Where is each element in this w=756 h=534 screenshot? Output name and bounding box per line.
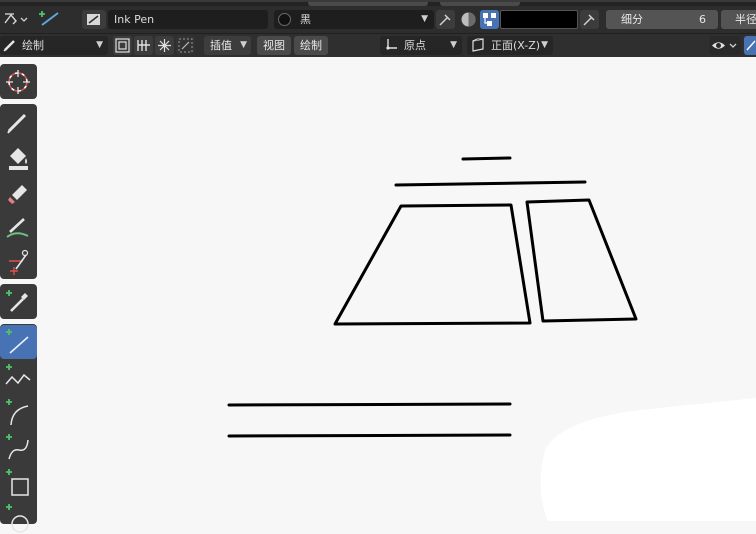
multiframe-icon[interactable] [113,36,132,55]
plane-label: 正面(X-Z) [491,39,541,52]
chevron-down-icon: ▼ [450,40,457,50]
color-mode-sphere-icon[interactable] [459,10,478,29]
stroke-right-trapezoid [525,198,638,323]
arc-tool[interactable] [0,395,37,429]
tool-settings-bar: Ink Pen 黑 ▼ 细分 6 半径 [0,0,756,33]
box-tool[interactable] [0,465,37,499]
erase-tool-icon [8,185,27,204]
stroke-placement-selector[interactable]: 原点 ▼ [380,36,462,55]
tint-tool[interactable] [0,210,37,244]
arc-tool-icon [6,399,29,426]
stroke-line-upper [227,402,512,407]
viewport-header: 绘制 ▼ 插值 ▼ 视图 绘制 原点 ▼ 正面(X-Z) ▼ [0,33,756,57]
radius-label: 半径 [735,13,756,26]
draw-tool[interactable] [0,105,37,139]
brush-name-field[interactable]: Ink Pen [108,10,268,29]
overlay-effect-icon[interactable] [155,36,174,55]
plane-icon [470,37,486,53]
subdivision-value: 6 [699,13,706,26]
chevron-down-icon: ▼ [541,40,548,50]
chevron-down-icon: ▼ [240,40,247,50]
material-selector[interactable]: 黑 ▼ [274,10,434,29]
chevron-down-icon: ▼ [421,14,428,24]
draw-menu[interactable]: 绘制 [294,36,328,55]
pin-color-icon[interactable] [580,10,599,29]
mode-selector[interactable]: 绘制 ▼ [0,36,108,55]
curve-tool[interactable] [0,430,37,464]
subdivision-slider[interactable]: 细分 6 [606,10,718,29]
erase-tool[interactable] [0,175,37,209]
workspace-tab-strip [0,2,756,6]
radius-slider[interactable]: 半径 [721,10,756,29]
subdivision-label: 细分 [621,13,643,26]
tint-tool-icon [6,218,29,238]
drawing-canvas[interactable] [38,57,756,521]
stroke-line-lower [227,433,512,438]
material-name: 黑 [300,13,311,26]
cutter-tool[interactable] [0,245,37,279]
workspace-menu-icon[interactable] [2,9,30,29]
cutter-tool-icon [9,249,29,275]
edit-lines-icon[interactable] [134,36,153,55]
eyedropper-tool-icon [6,290,28,312]
mode-label: 绘制 [22,39,44,52]
line-tool-indicator-icon [38,8,62,30]
draw-tool-icon [7,113,27,134]
polyline-tool-icon [5,364,31,385]
drawing-plane-selector[interactable]: 正面(X-Z) ▼ [467,36,553,55]
stroke-short-top [461,156,512,161]
line-tool[interactable] [0,325,37,359]
stroke-long-top [394,180,587,187]
circle-tool[interactable] [0,500,37,534]
circle-tool-icon [6,504,29,533]
line-tool-icon [6,329,29,354]
origin-label: 原点 [404,39,426,52]
stroke-left-trapezoid [333,203,532,326]
view-menu[interactable]: 视图 [257,36,291,55]
material-sphere-icon [278,13,291,26]
origin-icon [383,37,399,53]
interpolate-menu[interactable]: 插值 ▼ [204,36,251,55]
polyline-tool[interactable] [0,360,37,394]
brush-preview-icon[interactable] [82,10,106,29]
interpolate-label: 插值 [210,39,232,52]
visibility-eye-icon[interactable] [709,36,741,55]
canvas-shadow-region [540,398,756,521]
fill-tool[interactable] [0,140,37,174]
chevron-down-icon: ▼ [96,40,103,50]
cursor-tool[interactable] [0,65,37,99]
curve-tool-icon [6,434,29,460]
color-swatch[interactable] [500,10,578,29]
pin-icon[interactable] [436,10,455,29]
eyedropper-tool[interactable] [0,285,37,319]
box-tool-icon [6,469,29,496]
draw-mode-icon [2,37,18,53]
gizmo-toggle-icon[interactable] [744,36,756,55]
auto-merge-icon[interactable] [176,36,195,55]
vertex-color-toggle-icon[interactable] [480,10,499,29]
tool-shelf [0,64,38,533]
cursor-tool-icon [6,70,30,94]
fill-tool-icon [9,148,28,170]
